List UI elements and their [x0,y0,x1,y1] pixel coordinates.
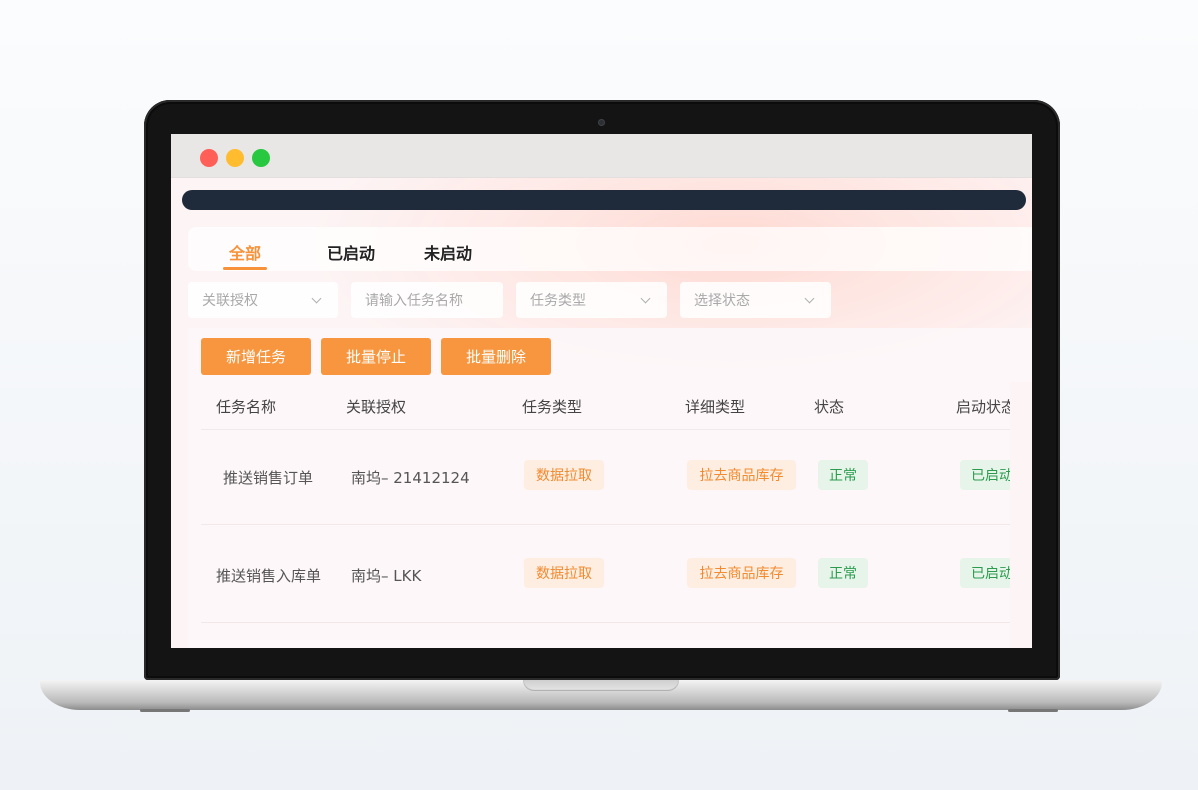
row-1-task-type-tag: 数据拉取 [524,460,604,490]
maximize-window-icon[interactable] [252,149,270,167]
row-divider [201,429,1031,430]
batch-stop-button[interactable]: 批量停止 [321,338,431,375]
window-titlebar [171,134,1032,178]
laptop-foot-left [140,709,190,712]
minimize-window-icon[interactable] [226,149,244,167]
auth-select-label: 关联授权 [202,293,258,309]
row-1-status-badge: 正常 [818,460,868,490]
task-type-select[interactable]: 任务类型 [516,282,667,318]
task-name-input[interactable]: 请输入任务名称 [351,282,503,318]
column-header-task-type: 任务类型 [522,398,583,416]
app-window: 全部 已启动 未启动 关联授权 请输入任务名称 任务类型 选择状态 新增任务 批… [171,134,1032,648]
row-2-status-badge: 正常 [818,558,868,588]
row-divider [201,622,1031,623]
laptop-foot-right [1008,709,1058,712]
auth-select[interactable]: 关联授权 [188,282,338,318]
status-select[interactable]: 选择状态 [680,282,831,318]
active-tab-indicator [223,267,267,270]
tab-all[interactable]: 全部 [229,240,261,264]
row-2-task-type-tag: 数据拉取 [524,558,604,588]
status-tabs: 全部 已启动 未启动 [188,227,1032,271]
tab-not-started[interactable]: 未启动 [424,240,472,264]
row-1-detail-type-tag: 拉去商品库存 [687,460,796,490]
column-header-task-name: 任务名称 [216,398,277,416]
row-divider [201,524,1031,525]
add-task-button[interactable]: 新增任务 [201,338,311,375]
chevron-down-icon [640,293,651,303]
tab-started[interactable]: 已启动 [327,240,375,264]
batch-delete-button[interactable]: 批量删除 [441,338,551,375]
task-name-placeholder: 请输入任务名称 [365,293,463,309]
row-1-task-name: 推送销售订单 [223,469,314,487]
row-1-auth: 南坞– 21412124 [351,469,470,487]
camera-icon [598,119,605,126]
row-2-detail-type-tag: 拉去商品库存 [687,558,796,588]
row-2-auth: 南坞– LKK [351,567,422,585]
chevron-down-icon [804,293,815,303]
top-navbar [182,190,1026,210]
column-header-auth: 关联授权 [346,398,407,416]
task-type-select-label: 任务类型 [530,293,586,309]
column-header-run-status: 启动状态 [956,398,1017,416]
column-header-status: 状态 [814,398,845,416]
row-2-task-name: 推送销售入库单 [216,567,322,585]
chevron-down-icon [311,293,322,303]
status-select-label: 选择状态 [694,293,750,309]
task-table-panel [188,328,1032,648]
laptop-notch [523,680,679,691]
column-header-detail-type: 详细类型 [685,398,746,416]
table-overflow-mask [1010,382,1032,648]
close-window-icon[interactable] [200,149,218,167]
